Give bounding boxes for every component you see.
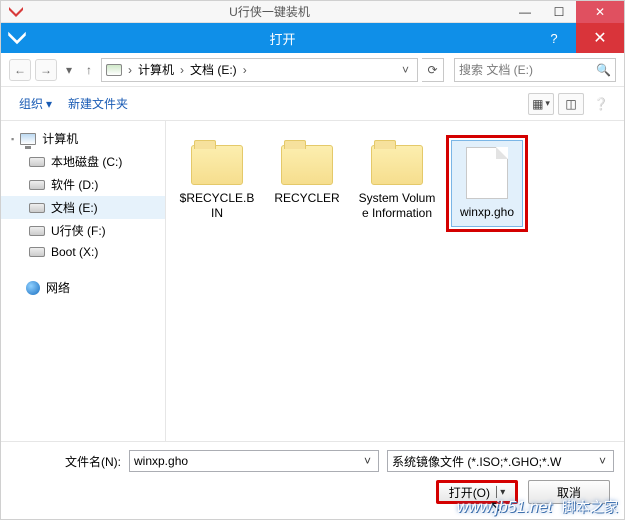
nav-up-button[interactable]: ↑: [81, 59, 97, 81]
nav-drive-d[interactable]: 软件 (D:): [1, 173, 165, 196]
file-item-folder[interactable]: $RECYCLE.BIN: [172, 131, 262, 231]
chevron-down-icon: ▾: [46, 97, 52, 111]
drive-icon: [29, 226, 45, 236]
chevron-right-icon: ›: [126, 63, 134, 77]
dialog-body: ▪ 计算机 本地磁盘 (C:) 软件 (D:) 文档 (E:) U行侠 (F:)…: [1, 121, 624, 441]
highlight-box: winxp.gho: [446, 135, 528, 232]
help-button[interactable]: ❔: [588, 93, 614, 115]
parent-minimize-button[interactable]: —: [508, 1, 542, 23]
parent-window-title: U行侠一键装机: [31, 3, 508, 20]
nav-drive-c[interactable]: 本地磁盘 (C:): [1, 150, 165, 173]
file-label: $RECYCLE.BIN: [178, 191, 256, 221]
nav-computer-label: 计算机: [42, 130, 78, 147]
breadcrumb-location[interactable]: 文档 (E:): [190, 61, 237, 78]
chevron-down-icon[interactable]: ˅: [596, 454, 609, 468]
nav-forward-button[interactable]: →: [35, 59, 57, 81]
address-bar: ← → ▾ ↑ › 计算机 › 文档 (E:) › ˅ ⟳ 搜索 文档 (E:)…: [1, 53, 624, 87]
preview-pane-button[interactable]: ◫: [558, 93, 584, 115]
folder-icon: [371, 145, 423, 185]
search-placeholder: 搜索 文档 (E:): [459, 61, 533, 78]
collapse-icon: ▪: [11, 134, 14, 144]
breadcrumb-computer[interactable]: 计算机: [138, 61, 174, 78]
nav-back-button[interactable]: ←: [9, 59, 31, 81]
file-icon: [466, 147, 508, 199]
chevron-right-icon: ›: [241, 63, 249, 77]
breadcrumb-dropdown[interactable]: ˅: [398, 63, 413, 77]
parent-app-icon: [7, 3, 25, 21]
nav-drive-e[interactable]: 文档 (E:): [1, 196, 165, 219]
file-item-folder[interactable]: RECYCLER: [262, 131, 352, 216]
drive-icon: [29, 180, 45, 190]
refresh-button[interactable]: ⟳: [422, 58, 444, 82]
file-label: System Volume Information: [358, 191, 436, 221]
view-options-button[interactable]: ▦▾: [528, 93, 554, 115]
dialog-title: 打开: [33, 29, 532, 48]
filename-input[interactable]: winxp.gho ˅: [129, 450, 379, 472]
computer-icon: [20, 133, 36, 145]
file-label: RECYCLER: [268, 191, 346, 206]
drive-icon: [106, 64, 122, 76]
drive-icon: [29, 157, 45, 167]
breadcrumb[interactable]: › 计算机 › 文档 (E:) › ˅: [101, 58, 418, 82]
dialog-app-icon: [7, 28, 27, 48]
search-input[interactable]: 搜索 文档 (E:) 🔍: [454, 58, 616, 82]
watermark: www.jb51.net 脚本之家: [457, 497, 618, 517]
toolbar: 组织 ▾ 新建文件夹 ▦▾ ◫ ❔: [1, 87, 624, 121]
nav-drive-f[interactable]: U行侠 (F:): [1, 219, 165, 242]
filename-label: 文件名(N):: [11, 453, 121, 470]
organize-button[interactable]: 组织 ▾: [11, 91, 60, 116]
split-button-caret[interactable]: │▾: [494, 487, 505, 498]
nav-network[interactable]: 网络: [1, 276, 165, 299]
parent-close-button[interactable]: ✕: [576, 1, 624, 23]
parent-maximize-button[interactable]: ☐: [542, 1, 576, 23]
drive-icon: [29, 203, 45, 213]
folder-icon: [191, 145, 243, 185]
search-icon: 🔍: [596, 63, 611, 77]
file-label: winxp.gho: [454, 205, 520, 220]
parent-titlebar: U行侠一键装机 — ☐ ✕: [1, 1, 624, 23]
nav-network-label: 网络: [46, 279, 70, 296]
chevron-right-icon: ›: [178, 63, 186, 77]
nav-drive-x[interactable]: Boot (X:): [1, 242, 165, 262]
dialog-titlebar: 打开 ? ✕: [1, 23, 624, 53]
dialog-help-button[interactable]: ?: [532, 23, 576, 53]
window-root: U行侠一键装机 — ☐ ✕ 打开 ? ✕ ← → ▾ ↑ › 计算机 › 文档 …: [0, 0, 625, 520]
file-type-filter[interactable]: 系统镜像文件 (*.ISO;*.GHO;*.W ˅: [387, 450, 614, 472]
drive-icon: [29, 247, 45, 257]
file-item-selected[interactable]: winxp.gho: [442, 131, 532, 236]
new-folder-button[interactable]: 新建文件夹: [60, 91, 136, 116]
dialog-close-button[interactable]: ✕: [576, 23, 624, 53]
nav-pane: ▪ 计算机 本地磁盘 (C:) 软件 (D:) 文档 (E:) U行侠 (F:)…: [1, 121, 166, 441]
network-icon: [26, 281, 40, 295]
nav-recent-dropdown[interactable]: ▾: [61, 59, 77, 81]
folder-icon: [281, 145, 333, 185]
file-list[interactable]: $RECYCLE.BIN RECYCLER System Volume Info…: [166, 121, 624, 441]
file-item-folder[interactable]: System Volume Information: [352, 131, 442, 231]
nav-computer[interactable]: ▪ 计算机: [1, 127, 165, 150]
chevron-down-icon[interactable]: ˅: [361, 454, 374, 468]
